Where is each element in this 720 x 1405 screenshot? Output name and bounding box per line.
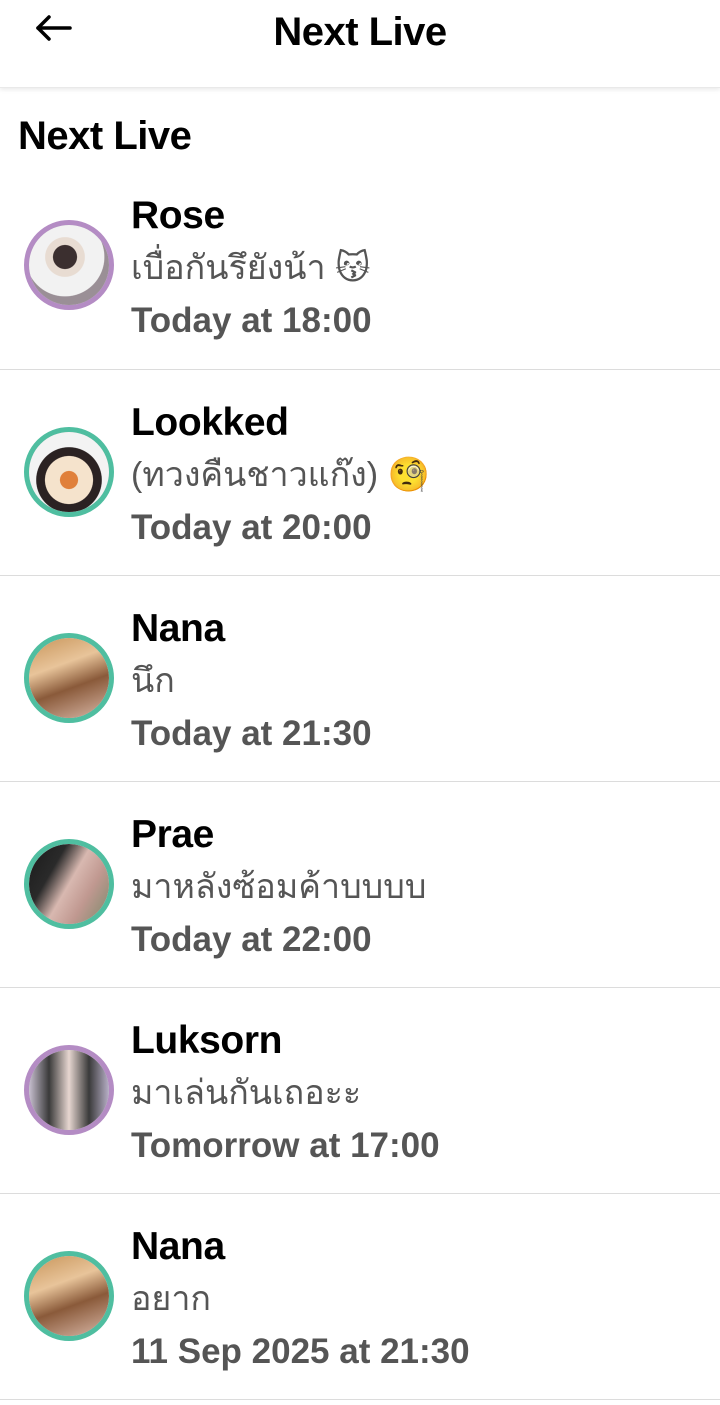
live-message: มาเล่นกันเถอะะ bbox=[131, 1074, 362, 1112]
streamer-name: Prae bbox=[131, 813, 214, 856]
live-message: อยาก bbox=[131, 1280, 212, 1318]
live-schedule-item[interactable]: Lookked (ทวงคืนชาวแก๊ง) 🧐 Today at 20:00 bbox=[0, 370, 720, 576]
live-message: (ทวงคืนชาวแก๊ง) 🧐 bbox=[131, 456, 430, 494]
live-schedule-item[interactable]: Nana อยาก 11 Sep 2025 at 21:30 bbox=[0, 1194, 720, 1400]
avatar bbox=[24, 839, 114, 929]
live-message: มาหลังซ้อมค้าบบบบ bbox=[131, 868, 427, 906]
streamer-name: Nana bbox=[131, 1225, 225, 1268]
streamer-name: Rose bbox=[131, 194, 225, 237]
avatar bbox=[24, 427, 114, 517]
avatar bbox=[24, 1045, 114, 1135]
live-schedule-item[interactable]: Nana นึก Today at 21:30 bbox=[0, 576, 720, 782]
live-time: Today at 22:00 bbox=[131, 920, 372, 959]
streamer-name: Lookked bbox=[131, 401, 289, 444]
live-schedule-list: Rose เบื่อกันรึยังน้า 😽 Today at 18:00 L… bbox=[0, 163, 720, 1400]
live-time: Today at 18:00 bbox=[131, 301, 372, 340]
live-schedule-item[interactable]: Rose เบื่อกันรึยังน้า 😽 Today at 18:00 bbox=[0, 163, 720, 370]
live-schedule-item[interactable]: Luksorn มาเล่นกันเถอะะ Tomorrow at 17:00 bbox=[0, 988, 720, 1194]
live-time: Today at 21:30 bbox=[131, 714, 372, 753]
streamer-name: Nana bbox=[131, 607, 225, 650]
avatar bbox=[24, 633, 114, 723]
avatar bbox=[24, 220, 114, 310]
streamer-name: Luksorn bbox=[131, 1019, 283, 1062]
section-title: Next Live bbox=[18, 114, 192, 158]
live-message: นึก bbox=[131, 662, 175, 700]
live-time: 11 Sep 2025 at 21:30 bbox=[131, 1332, 470, 1371]
live-message: เบื่อกันรึยังน้า 😽 bbox=[131, 249, 371, 287]
live-time: Tomorrow at 17:00 bbox=[131, 1126, 440, 1165]
live-schedule-item[interactable]: Prae มาหลังซ้อมค้าบบบบ Today at 22:00 bbox=[0, 782, 720, 988]
live-time: Today at 20:00 bbox=[131, 508, 372, 547]
avatar bbox=[24, 1251, 114, 1341]
